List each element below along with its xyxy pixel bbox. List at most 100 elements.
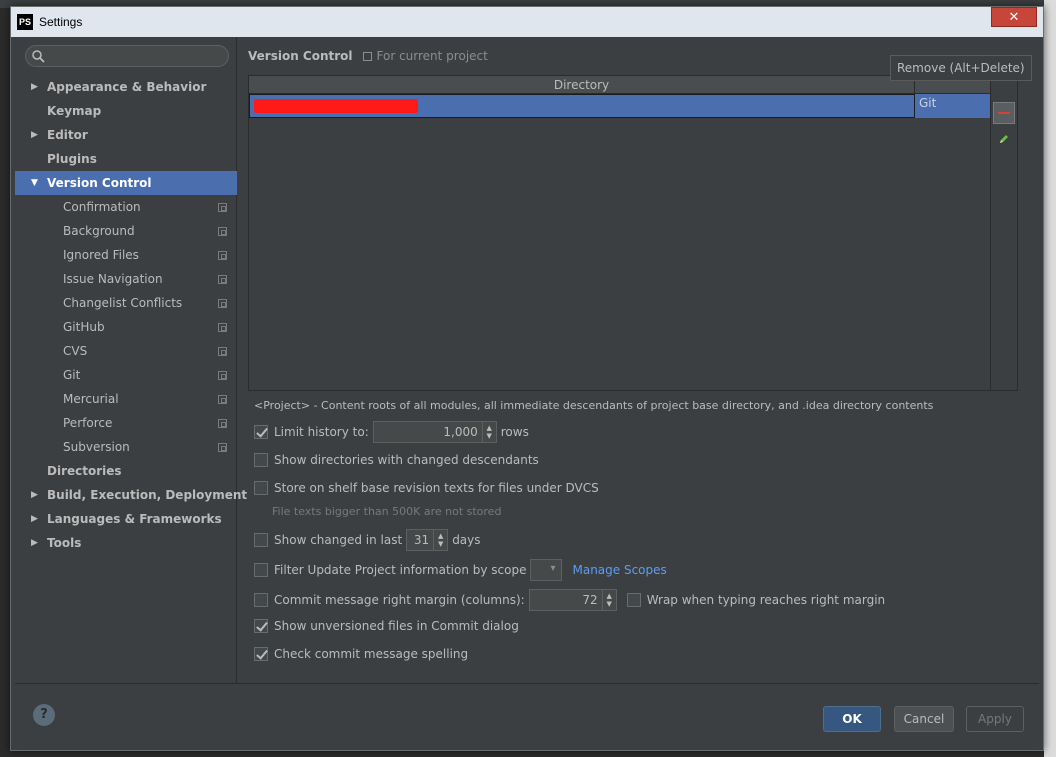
sidebar-item-label: Issue Navigation [63, 272, 163, 286]
spinner-arrows-icon[interactable]: ▲ ▼ [601, 590, 616, 610]
sidebar-item-subversion[interactable]: Subversion [15, 435, 237, 459]
check-spelling-label: Check commit message spelling [274, 647, 469, 661]
table-toolbar [990, 76, 1017, 390]
sidebar-item-tools[interactable]: ▶ Tools [15, 531, 237, 555]
sidebar-item-background[interactable]: Background [15, 219, 237, 243]
limit-history-checkbox[interactable] [254, 425, 268, 439]
settings-search-input[interactable] [25, 45, 229, 67]
check-spelling-checkbox[interactable] [254, 647, 268, 661]
project-scope-icon [218, 395, 227, 404]
sidebar-item-label: Editor [47, 128, 88, 142]
table-row[interactable]: Git [249, 94, 991, 118]
store-shelf-checkbox[interactable] [254, 481, 268, 495]
background-ide-right-panel [1044, 0, 1056, 757]
column-header-directory[interactable]: Directory [249, 76, 915, 94]
page-title: Version Control [248, 49, 353, 63]
apply-button[interactable]: Apply [966, 706, 1024, 732]
commit-margin-spinner[interactable]: 72 ▲ ▼ [528, 589, 617, 611]
project-scope-icon [218, 203, 227, 212]
sidebar-item-changelist-conflicts[interactable]: Changelist Conflicts [15, 291, 237, 315]
sidebar-item-ignored-files[interactable]: Ignored Files [15, 243, 237, 267]
store-shelf-label: Store on shelf base revision texts for f… [274, 481, 599, 495]
limit-history-spinner[interactable]: 1,000 ▲ ▼ [372, 421, 497, 443]
sidebar-item-label: Mercurial [63, 392, 119, 406]
check-spelling-option: Check commit message spelling [254, 647, 468, 661]
version-control-panel: Version Control For current project Dire… [238, 37, 1039, 683]
cancel-button[interactable]: Cancel [894, 706, 954, 732]
show-changed-last-checkbox[interactable] [254, 533, 268, 547]
ok-button[interactable]: OK [823, 706, 881, 732]
project-scope-icon [218, 251, 227, 260]
sidebar-item-label: Languages & Frameworks [47, 512, 222, 526]
sidebar-item-mercurial[interactable]: Mercurial [15, 387, 237, 411]
filter-update-option: Filter Update Project information by sco… [254, 559, 667, 581]
table-header: Directory [249, 76, 991, 94]
close-button[interactable]: ✕ [991, 7, 1037, 27]
sidebar-item-github[interactable]: GitHub [15, 315, 237, 339]
wrap-typing-label: Wrap when typing reaches right margin [646, 593, 886, 607]
show-changed-last-option: Show changed in last 31 ▲ ▼ days [254, 529, 481, 551]
collapsed-arrow-icon[interactable]: ▶ [31, 483, 43, 507]
sidebar-item-label: Background [63, 224, 135, 238]
show-changed-last-spinner[interactable]: 31 ▲ ▼ [406, 529, 449, 551]
expanded-arrow-icon[interactable]: ▼ [31, 171, 43, 195]
collapsed-arrow-icon[interactable]: ▶ [31, 123, 43, 147]
directory-cell[interactable] [249, 94, 915, 118]
scope-label: For current project [376, 49, 488, 63]
show-changed-last-label: Show changed in last [274, 533, 403, 547]
limit-history-value[interactable]: 1,000 [374, 425, 482, 439]
show-changed-last-value[interactable]: 31 [407, 533, 433, 547]
collapsed-arrow-icon[interactable]: ▶ [31, 75, 43, 99]
filter-update-checkbox[interactable] [254, 563, 268, 577]
sidebar-item-label: Keymap [47, 104, 102, 118]
show-dirs-changed-option: Show directories with changed descendant… [254, 453, 539, 467]
show-dirs-changed-label: Show directories with changed descendant… [274, 453, 539, 467]
project-scope-icon [218, 371, 227, 380]
collapsed-arrow-icon[interactable]: ▶ [31, 531, 43, 555]
spinner-arrows-icon[interactable]: ▲ ▼ [433, 530, 447, 550]
sidebar-item-label: Tools [47, 536, 82, 550]
project-scope-icon [218, 443, 227, 452]
sidebar-item-editor[interactable]: ▶ Editor [15, 123, 237, 147]
sidebar-item-perforce[interactable]: Perforce [15, 411, 237, 435]
edit-mapping-button[interactable] [993, 128, 1015, 150]
sidebar-item-label: Perforce [63, 416, 113, 430]
breadcrumb: Version Control For current project [248, 49, 488, 63]
sidebar-item-languages-frameworks[interactable]: ▶ Languages & Frameworks [15, 507, 237, 531]
wrap-typing-checkbox[interactable] [626, 593, 641, 607]
dialog-content: ▶ Appearance & Behavior Keymap ▶ Editor Plugi… [15, 37, 1039, 742]
sidebar-item-label: GitHub [63, 320, 105, 334]
project-scope-icon [218, 227, 227, 236]
settings-tree: ▶ Appearance & Behavior Keymap ▶ Editor Plugi… [15, 75, 247, 555]
help-icon[interactable]: ? [33, 704, 55, 726]
title-bar: PS Settings ✕ [11, 7, 1043, 37]
spinner-arrows-icon[interactable]: ▲ ▼ [481, 422, 496, 442]
collapsed-arrow-icon[interactable]: ▶ [31, 507, 43, 531]
commit-margin-label: Commit message right margin (columns): [274, 593, 525, 607]
sidebar-item-plugins[interactable]: Plugins [15, 147, 237, 171]
sidebar-item-git[interactable]: Git [15, 363, 237, 387]
limit-history-suffix: rows [500, 425, 529, 439]
show-unversioned-checkbox[interactable] [254, 619, 268, 633]
sidebar-item-cvs[interactable]: CVS [15, 339, 237, 363]
scope-combobox[interactable] [530, 559, 563, 581]
sidebar-item-label: Confirmation [63, 200, 141, 214]
settings-sidebar: ▶ Appearance & Behavior Keymap ▶ Editor Plugi… [15, 37, 247, 683]
sidebar-item-label: Appearance & Behavior [47, 80, 207, 94]
limit-history-label: Limit history to: [274, 425, 369, 439]
sidebar-item-appearance-behavior[interactable]: ▶ Appearance & Behavior [15, 75, 237, 99]
store-shelf-option: Store on shelf base revision texts for f… [254, 481, 599, 495]
sidebar-item-directories[interactable]: Directories [15, 459, 237, 483]
sidebar-item-label: Build, Execution, Deployment [47, 488, 248, 502]
manage-scopes-link[interactable]: Manage Scopes [572, 563, 666, 577]
commit-margin-checkbox[interactable] [254, 593, 268, 607]
sidebar-item-version-control[interactable]: ▼ Version Control [15, 171, 237, 195]
sidebar-item-confirmation[interactable]: Confirmation [15, 195, 237, 219]
commit-margin-value[interactable]: 72 [530, 593, 602, 607]
sidebar-item-issue-navigation[interactable]: Issue Navigation [15, 267, 237, 291]
vcs-cell[interactable]: Git [915, 94, 991, 118]
remove-mapping-button[interactable] [993, 102, 1015, 124]
show-dirs-changed-checkbox[interactable] [254, 453, 268, 467]
sidebar-item-build-execution-deployment[interactable]: ▶ Build, Execution, Deployment [15, 483, 247, 507]
sidebar-item-keymap[interactable]: Keymap [15, 99, 237, 123]
